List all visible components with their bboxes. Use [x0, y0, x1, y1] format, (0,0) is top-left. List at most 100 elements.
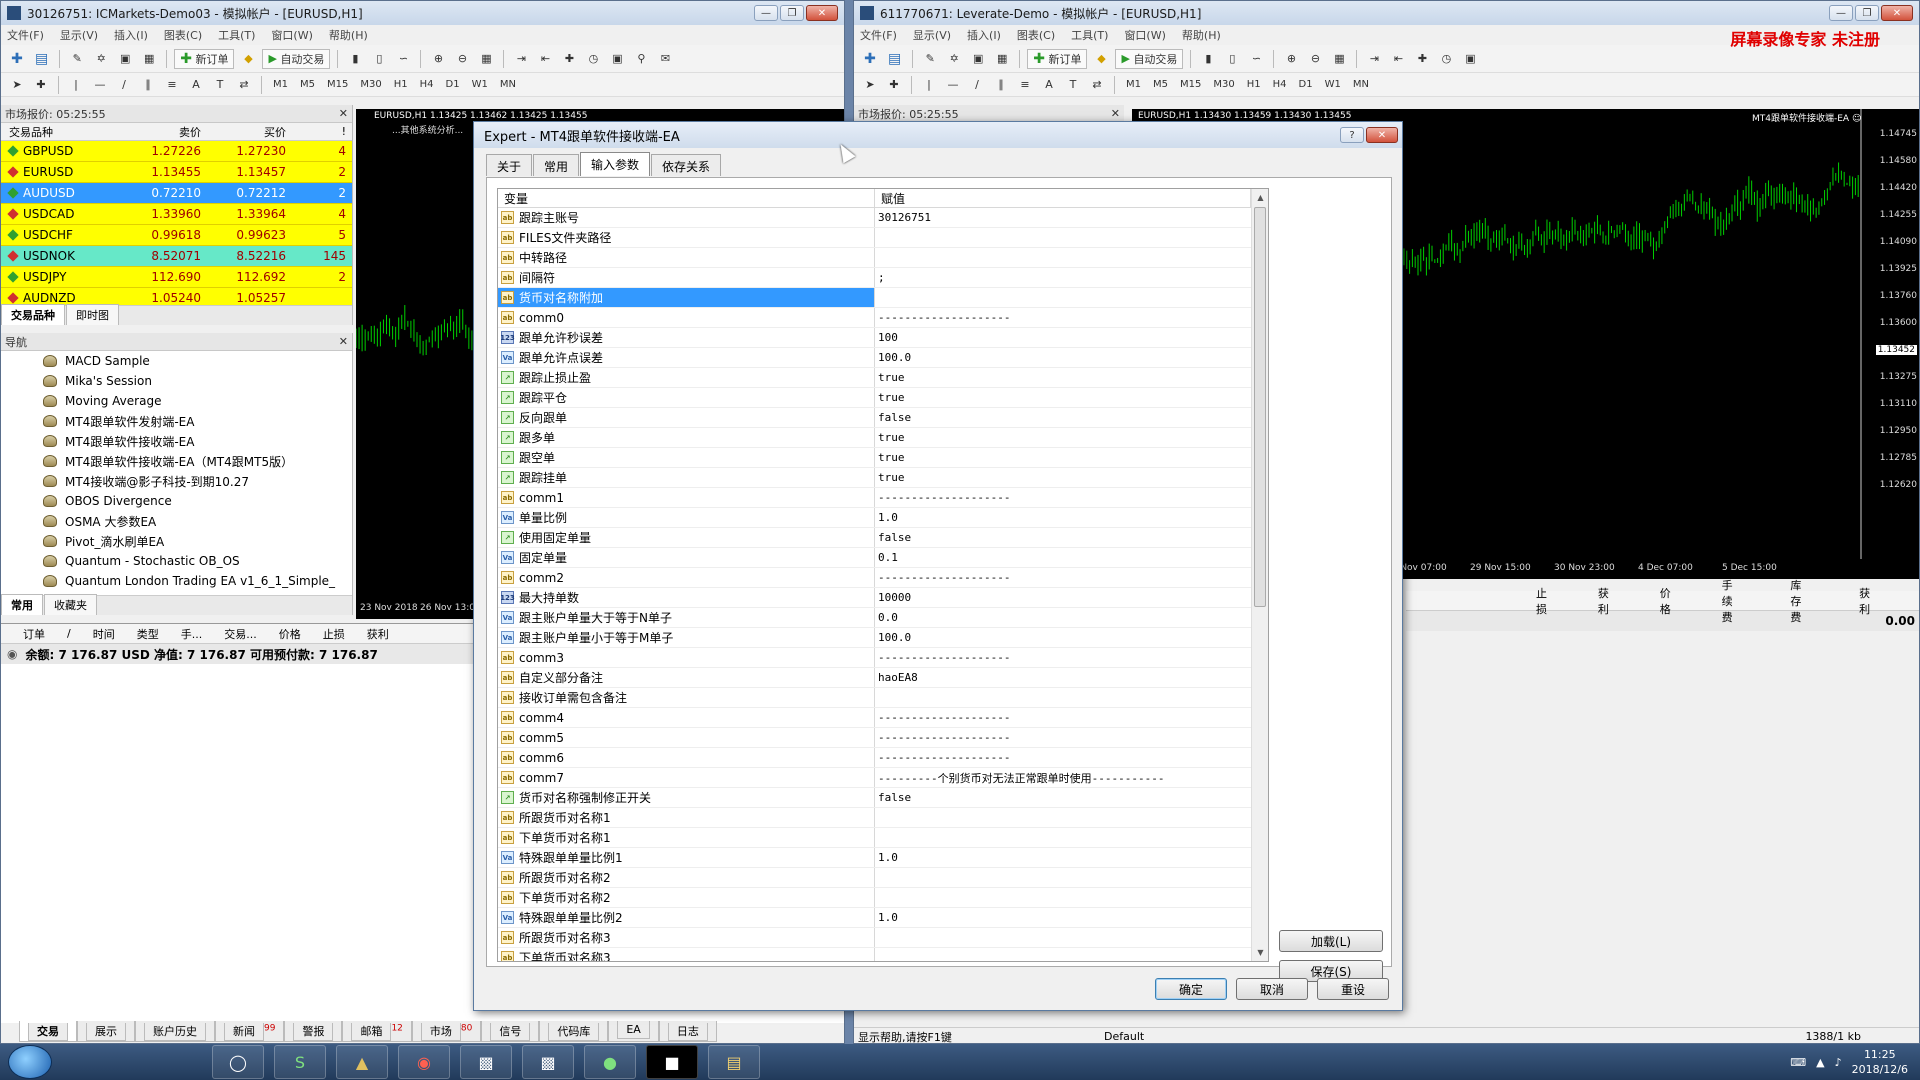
dialog-tab[interactable]: 关于: [486, 154, 533, 176]
terminal-column[interactable]: 手续费: [1722, 577, 1743, 625]
market-watch-icon[interactable]: ✎: [67, 49, 87, 69]
menu-item[interactable]: 显示(V): [60, 27, 98, 43]
clock[interactable]: 11:25 2018/12/6: [1852, 1047, 1908, 1077]
terminal-column[interactable]: 订单: [23, 626, 45, 642]
browser-icon[interactable]: ◯: [212, 1045, 264, 1079]
new-order-button[interactable]: ✚ 新订单: [174, 48, 235, 69]
market-watch-icon[interactable]: ✎: [920, 49, 940, 69]
market-watch-row[interactable]: USDCAD 1.33960 1.33964 4: [1, 204, 352, 225]
terminal-column[interactable]: /: [67, 627, 71, 640]
menu-item[interactable]: 文件(F): [7, 27, 44, 43]
param-value[interactable]: --------------------: [875, 651, 1251, 664]
market-watch-tab[interactable]: 交易品种: [1, 304, 65, 325]
wechat-icon[interactable]: ●: [584, 1045, 636, 1079]
timeframe-button[interactable]: M5: [296, 79, 319, 90]
terminal-column[interactable]: 获利: [1598, 585, 1612, 617]
navigator-ea-item[interactable]: Mika's Session: [1, 371, 352, 391]
terminal-tab[interactable]: 展示: [77, 1021, 135, 1042]
terminal-column[interactable]: 获利: [1859, 585, 1873, 617]
param-row[interactable]: ab 所跟货币对名称2: [498, 868, 1251, 888]
terminal-column[interactable]: 交易...: [224, 626, 257, 642]
timeframe-button[interactable]: M5: [1149, 79, 1172, 90]
param-value[interactable]: 100.0: [875, 631, 1251, 644]
meta-editor-icon[interactable]: ◆: [238, 49, 258, 69]
zoom-out-icon[interactable]: ⊖: [1305, 49, 1325, 69]
cursor-tool-icon[interactable]: ➤: [860, 75, 880, 95]
recorder-icon[interactable]: ■: [646, 1045, 698, 1079]
terminal-tab[interactable]: 交易: [19, 1021, 77, 1042]
navigator-ea-item[interactable]: OSMA 大参数EA: [1, 511, 352, 531]
dialog-titlebar[interactable]: Expert - MT4跟单软件接收端-EA ? ✕: [474, 122, 1402, 148]
tile-windows-icon[interactable]: ▦: [1329, 49, 1349, 69]
new-chart-icon[interactable]: ✚: [7, 49, 27, 69]
keyboard-icon[interactable]: ⌨: [1790, 1056, 1806, 1069]
navigator-icon[interactable]: ▣: [968, 49, 988, 69]
timeframe-button[interactable]: W1: [468, 79, 492, 90]
market-watch-row[interactable]: USDNOK 8.52071 8.52216 145: [1, 246, 352, 267]
timeframe-button[interactable]: M1: [269, 79, 292, 90]
param-row[interactable]: 123 跟单允许秒误差 100: [498, 328, 1251, 348]
zoom-in-icon[interactable]: ⊕: [428, 49, 448, 69]
param-value[interactable]: --------------------: [875, 311, 1251, 324]
vertical-line-icon[interactable]: |: [919, 75, 939, 95]
param-row[interactable]: ↗ 货币对名称强制修正开关 false: [498, 788, 1251, 808]
param-value[interactable]: true: [875, 431, 1251, 444]
menu-item[interactable]: 图表(C): [164, 27, 202, 43]
param-row[interactable]: ↗ 跟踪挂单 true: [498, 468, 1251, 488]
text-tool-icon[interactable]: A: [186, 75, 206, 95]
trendline-icon[interactable]: ∕: [114, 75, 134, 95]
timeframe-button[interactable]: H1: [390, 79, 412, 90]
restore-button[interactable]: ❐: [1855, 5, 1879, 21]
param-value[interactable]: true: [875, 391, 1251, 404]
terminal-column[interactable]: 时间: [93, 626, 115, 642]
bar-chart-icon[interactable]: ▮: [345, 49, 365, 69]
param-row[interactable]: ab comm5 --------------------: [498, 728, 1251, 748]
templates-icon[interactable]: ▣: [607, 49, 627, 69]
terminal-column[interactable]: 价格: [1660, 585, 1674, 617]
param-value[interactable]: ---------个别货币对无法正常跟单时使用-----------: [875, 770, 1251, 786]
param-value[interactable]: ;: [875, 271, 1251, 284]
param-value[interactable]: false: [875, 411, 1251, 424]
param-row[interactable]: ↗ 跟多单 true: [498, 428, 1251, 448]
navigator-tab[interactable]: 常用: [1, 594, 43, 615]
terminal-column[interactable]: 价格: [279, 626, 301, 642]
vertical-line-icon[interactable]: |: [66, 75, 86, 95]
param-value[interactable]: haoEA8: [875, 671, 1251, 684]
arrows-tool-icon[interactable]: ⇄: [234, 75, 254, 95]
param-value[interactable]: 100.0: [875, 351, 1251, 364]
timeframe-button[interactable]: M15: [323, 79, 352, 90]
param-value[interactable]: 1.0: [875, 511, 1251, 524]
scroll-thumb[interactable]: [1254, 207, 1266, 607]
navigator-ea-item[interactable]: MT4跟单软件接收端-EA（MT4跟MT5版）: [1, 451, 352, 471]
navigator-ea-item[interactable]: Quantum - Stochastic OB_OS: [1, 551, 352, 571]
param-row[interactable]: Va 单量比例 1.0: [498, 508, 1251, 528]
label-tool-icon[interactable]: T: [1063, 75, 1083, 95]
new-chart-icon[interactable]: ✚: [860, 49, 880, 69]
left-window-titlebar[interactable]: 30126751: ICMarkets-Demo03 - 模拟帐户 - [EUR…: [1, 1, 844, 25]
param-value[interactable]: true: [875, 471, 1251, 484]
horizontal-line-icon[interactable]: —: [90, 75, 110, 95]
dialog-tab[interactable]: 输入参数: [580, 152, 651, 176]
dialog-close-button[interactable]: ✕: [1366, 127, 1398, 143]
autoscroll-icon[interactable]: ⇥: [1364, 49, 1384, 69]
param-row[interactable]: ab comm7 ---------个别货币对无法正常跟单时使用----------…: [498, 768, 1251, 788]
auto-trade-button[interactable]: ▶ 自动交易: [1115, 48, 1184, 69]
zoom-out-icon[interactable]: ⊖: [452, 49, 472, 69]
param-value[interactable]: 10000: [875, 591, 1251, 604]
param-row[interactable]: ↗ 跟空单 true: [498, 448, 1251, 468]
param-row[interactable]: ↗ 使用固定单量 false: [498, 528, 1251, 548]
param-row[interactable]: ab 接收订单需包含备注: [498, 688, 1251, 708]
navigator-ea-item[interactable]: MT4跟单软件接收端-EA: [1, 431, 352, 451]
menu-item[interactable]: 工具(T): [218, 27, 255, 43]
cancel-button[interactable]: 取消: [1236, 978, 1308, 1000]
param-row[interactable]: ab 下单货币对名称2: [498, 888, 1251, 908]
param-row[interactable]: ab 所跟货币对名称1: [498, 808, 1251, 828]
right-window-titlebar[interactable]: 611770671: Leverate-Demo - 模拟帐户 - [EURUS…: [854, 1, 1919, 25]
reset-button[interactable]: 重设: [1317, 978, 1389, 1000]
help-button[interactable]: ?: [1340, 127, 1364, 143]
timeframe-button[interactable]: H4: [416, 79, 438, 90]
chart-shift-icon[interactable]: ⇤: [535, 49, 555, 69]
volume-icon[interactable]: ♪: [1835, 1056, 1842, 1069]
param-row[interactable]: ab comm0 --------------------: [498, 308, 1251, 328]
arrows-tool-icon[interactable]: ⇄: [1087, 75, 1107, 95]
